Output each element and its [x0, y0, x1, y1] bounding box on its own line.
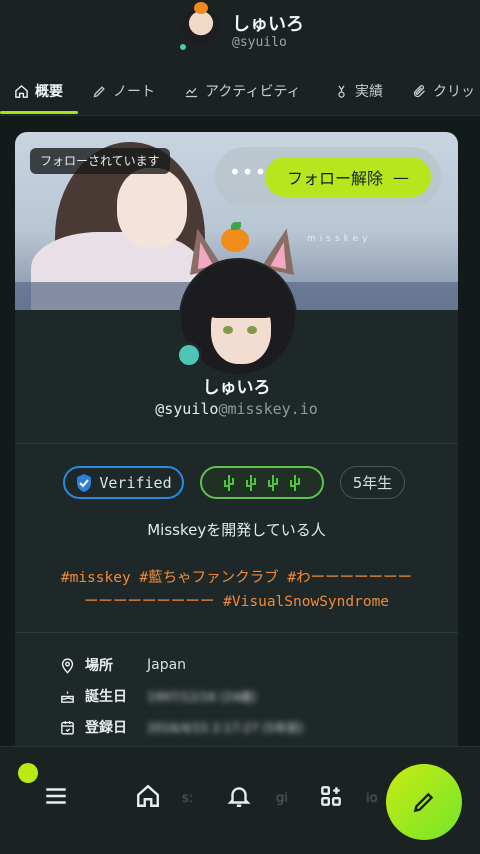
- widgets-button[interactable]: [318, 783, 346, 811]
- bio-hashtags[interactable]: #misskey #藍ちゃファンクラブ #わーーーーーーー ーーーーーーーーー …: [35, 566, 438, 614]
- tab-label: 実績: [355, 84, 383, 100]
- role-badge-cactus[interactable]: [200, 466, 324, 499]
- active-tab-indicator: [0, 111, 78, 114]
- unfollow-button[interactable]: フォロー解除 —: [265, 157, 431, 197]
- header-display-name: しゅいろ: [232, 14, 304, 35]
- pencil-icon: [413, 792, 434, 813]
- field-value: Japan: [147, 657, 187, 673]
- tab-overview[interactable]: 概要: [14, 80, 63, 102]
- calendar-icon: [61, 720, 74, 735]
- divider: [15, 632, 458, 633]
- home-icon: [15, 84, 28, 98]
- role-badge-year[interactable]: 5年生: [340, 466, 405, 499]
- apps-plus-icon: [321, 786, 341, 806]
- role-badges: Verified 5年生: [15, 466, 458, 500]
- tangerine-icon: [221, 222, 249, 252]
- shield-check-icon: [77, 473, 92, 492]
- bell-icon: [227, 787, 251, 807]
- home-button[interactable]: [135, 783, 163, 811]
- pencil-icon: [93, 85, 105, 97]
- profile-tabs: 概要 ノート アクティビティ 実績 クリッ: [0, 66, 480, 116]
- field-birthday: 誕生日 1997/12/16 (24歳): [59, 685, 257, 707]
- tab-activity[interactable]: アクティビティ: [184, 80, 301, 102]
- menu-button[interactable]: [43, 783, 71, 811]
- hamburger-menu-icon: [46, 788, 66, 804]
- compose-note-button[interactable]: [386, 764, 462, 840]
- tab-label: クリッ: [433, 84, 475, 100]
- more-options-button[interactable]: •••: [229, 162, 266, 189]
- cactus-icon: [290, 474, 300, 491]
- notification-indicator: [18, 763, 38, 783]
- home-icon: [137, 784, 159, 807]
- hashtags-line[interactable]: ーーーーーーーーー #VisualSnowSyndrome: [35, 590, 438, 614]
- unfollow-label: フォロー解除: [286, 169, 383, 188]
- tab-notes[interactable]: ノート: [92, 80, 155, 102]
- medal-icon: [338, 85, 345, 98]
- tab-label: 概要: [35, 84, 63, 100]
- field-location: 場所 Japan: [59, 654, 186, 676]
- divider: [15, 443, 458, 444]
- field-key: 登録日: [85, 720, 127, 736]
- account-handle: @syuilo@misskey.io: [15, 400, 458, 418]
- notifications-button[interactable]: [226, 783, 254, 811]
- ghost-text: s:: [182, 791, 194, 806]
- display-name: しゅいろ: [202, 378, 271, 398]
- profile-actions: ••• フォロー解除 —: [215, 147, 441, 207]
- online-status-dot: [178, 42, 188, 52]
- top-header: しゅいろ @syuilo: [0, 0, 480, 66]
- field-key: 誕生日: [85, 689, 127, 705]
- field-key: 場所: [85, 658, 113, 674]
- minus-icon: —: [393, 167, 409, 187]
- tab-label: ノート: [113, 84, 155, 100]
- cake-icon: [61, 691, 74, 703]
- header-username: @syuilo: [232, 35, 287, 50]
- paperclip-icon: [413, 84, 425, 97]
- hashtags-line[interactable]: #misskey #藍ちゃファンクラブ #わーーーーーーー: [35, 566, 438, 590]
- banner-art-face: [117, 168, 187, 248]
- field-value: 1997/12/16 (24歳): [147, 689, 257, 704]
- cactus-icon: [224, 474, 234, 491]
- tab-achievements[interactable]: 実績: [334, 80, 383, 102]
- username: @syuilo: [155, 400, 219, 418]
- tab-clips[interactable]: クリッ: [412, 80, 475, 102]
- followed-badge: フォローされています: [30, 148, 170, 174]
- tab-label: アクティビティ: [205, 84, 301, 100]
- tangerine-icon: [194, 2, 208, 14]
- map-pin-icon: [61, 657, 74, 674]
- field-value: 2016/4/15 2:17:27 (5年前): [147, 720, 304, 735]
- cactus-icon: [246, 474, 256, 491]
- badge-label: Verified: [99, 473, 172, 492]
- host: @misskey.io: [218, 400, 318, 418]
- cactus-icon: [268, 474, 278, 491]
- header-avatar[interactable]: [182, 2, 220, 46]
- banner-watermark: misskey: [307, 234, 372, 244]
- role-badge-verified[interactable]: Verified: [63, 466, 184, 499]
- chart-line-icon: [185, 87, 198, 97]
- field-registered: 登録日 2016/4/15 2:17:27 (5年前): [59, 716, 303, 738]
- profile-bio: Misskeyを開発している人: [147, 521, 326, 539]
- online-status-dot: [176, 342, 202, 368]
- profile-card: misskey フォローされています ••• フォロー解除 — しゅいろ @sy…: [15, 132, 458, 772]
- ghost-text: io: [366, 791, 378, 806]
- ghost-text: gi: [276, 791, 288, 806]
